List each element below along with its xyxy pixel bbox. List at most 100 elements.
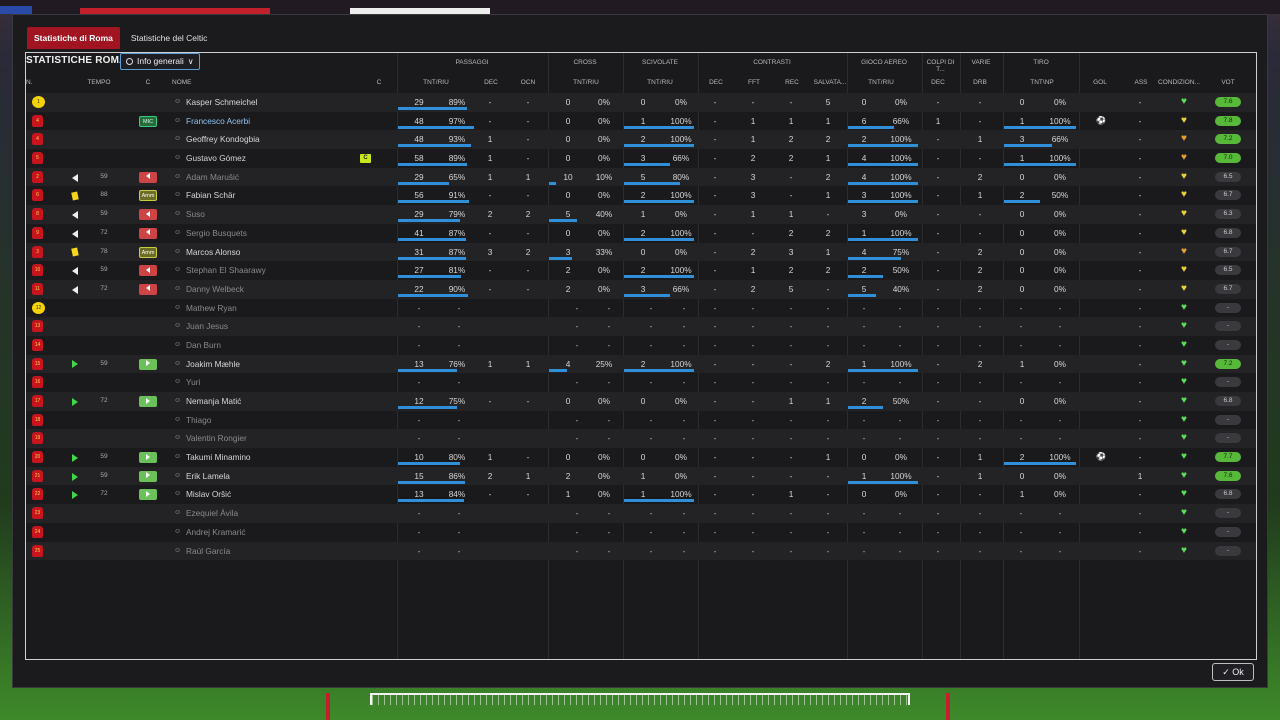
cross-attempted: 0 [565, 452, 571, 463]
table-row[interactable]: 13 ☺ Juan Jesus - - - - - - - - - - - - - - - - - ♥ - [26, 317, 1256, 336]
table-row[interactable]: 8 59 ☺ Suso 29 79% 2 2 5 40% 1 0% -1 1-3 0% - -0 0% - ♥ 6.3 [26, 205, 1256, 224]
duels-dec: - [713, 209, 717, 220]
dash: - [978, 545, 982, 556]
ok-button[interactable]: ✓ Ok [1212, 663, 1254, 681]
column-header-pas-ocn[interactable]: OCN [518, 79, 538, 86]
table-row[interactable]: 16 ☺ Yuri - - - - - - - - - - - - - - - - - ♥ - [26, 373, 1256, 392]
table-row[interactable]: 20 59 ☺ Takumi Minamino 10 80% 1-0 0% 0 0% - - -1 0 0%… [26, 448, 1256, 467]
table-row[interactable]: 4 ☺ Geoffrey Kondogbia 48 93% 1-0 0% 2 100% -1 2 2 2… [26, 130, 1256, 150]
player-name[interactable]: Stephan El Shaarawy [186, 261, 376, 280]
column-header-c2[interactable]: C [374, 79, 384, 86]
table-row[interactable]: 23 ☺ Ezequiel Ávila - - - - - - - - - - - - - - - - - ♥ - [26, 504, 1256, 523]
player-name[interactable]: Marcos Alonso [186, 243, 376, 262]
player-name[interactable]: Raúl García [186, 542, 376, 561]
dash: - [789, 302, 793, 313]
table-row[interactable]: 22 72 ☺ Mislav Oršić 13 84% - -1 0% 1 100% - -1-0 0% -… [26, 485, 1256, 504]
player-name[interactable]: Valentin Rongier [186, 429, 376, 448]
column-header-con-dec[interactable]: DEC [706, 79, 726, 86]
column-header-con-fft[interactable]: FFT [744, 79, 764, 86]
column-header-con-salv[interactable]: SALVATA... [810, 79, 850, 86]
player-name[interactable]: Suso [186, 205, 376, 224]
column-header-pas-tnt[interactable]: TNT/RIU [416, 79, 456, 86]
player-name[interactable]: Yuri [186, 373, 376, 392]
player-name[interactable]: Dan Burn [186, 336, 376, 355]
player-name[interactable]: Ezequiel Ávila [186, 504, 376, 523]
player-name[interactable]: Adam Marušić [186, 168, 376, 187]
table-row[interactable]: 1 ☺ Kasper Schmeichel 29 89% - -0 0% 0 0% - - -5 0 0% -… [26, 93, 1256, 112]
panel-title: STATISTICHE ROMA [26, 55, 127, 66]
table-row[interactable]: 19 ☺ Valentin Rongier - - - - - - - - - - - - - - - - - ♥ - [26, 429, 1256, 449]
heart-icon: ♥ [1181, 114, 1187, 126]
dash: - [862, 526, 866, 537]
person-icon: ☺ [174, 471, 182, 479]
duels-fft: - [751, 489, 755, 500]
player-name[interactable]: Takumi Minamino [186, 448, 376, 467]
column-header-vot[interactable]: VOT [1216, 79, 1240, 86]
player-name[interactable]: Joakim Mæhle [186, 355, 376, 374]
player-name[interactable]: Danny Welbeck [186, 280, 376, 299]
dash: - [649, 302, 653, 313]
player-name[interactable]: Andrej Kramarić [186, 523, 376, 542]
table-row[interactable]: 25 ☺ Raúl García - - - - - - - - - - - - - - - - - ♥ - [26, 541, 1256, 561]
player-name[interactable]: Thiago [186, 411, 376, 430]
column-header-tiro-tnt[interactable]: TNT\NP [1022, 79, 1062, 86]
column-header-gol[interactable]: GOL [1089, 79, 1111, 86]
table-row[interactable]: 17 72 ☺ Nemanja Matić 12 75% - -0 0% 0 0% - -1 1 2 50% -… [26, 392, 1256, 411]
player-name[interactable]: Juan Jesus [186, 317, 376, 336]
column-header-nome[interactable]: NOME [172, 79, 202, 86]
dash: - [826, 339, 830, 350]
person-icon: ☺ [174, 210, 182, 218]
table-row[interactable]: 4 MIC ☺ Francesco Acerbi 48 97% - -0 0% 1 100% -1 1 1… [26, 112, 1256, 131]
shots-pct: 0% [1054, 470, 1066, 481]
column-header-c1[interactable]: C [142, 79, 154, 86]
duels-fft: - [751, 97, 755, 107]
player-name[interactable]: Kasper Schmeichel [186, 93, 376, 112]
dash: - [862, 302, 866, 313]
player-name[interactable]: Mislav Oršić [186, 485, 376, 504]
player-name[interactable]: Geoffrey Kondogbia [186, 130, 376, 149]
table-row[interactable]: 6 88 Amm ☺ Fabian Schär 56 91% - -0 0% 2 100% -3-1 3 1… [26, 186, 1256, 205]
column-header-con-rec[interactable]: REC [782, 79, 802, 86]
heart-icon: ♥ [1181, 133, 1187, 145]
column-header-varie-drb[interactable]: DRB [970, 79, 990, 86]
player-name[interactable]: Fabian Schär [186, 186, 376, 205]
player-name[interactable]: Erik Lamela [186, 467, 376, 486]
table-row[interactable]: 9 72 ☺ Sergio Busquets 41 87% - -0 0% 2 100% - -2 2 1 1… [26, 224, 1256, 243]
column-header-n[interactable]: N. [26, 79, 38, 86]
table-row[interactable]: 12 ☺ Mathew Ryan - - - - - - - - - - - - - - - - - ♥ - [26, 299, 1256, 318]
tab-roma-stats[interactable]: Statistiche di Roma [27, 27, 120, 49]
table-row[interactable]: 24 ☺ Andrej Kramarić - - - - - - - - - - - - - - - - - ♥ - [26, 523, 1256, 542]
table-row[interactable]: 14 ☺ Dan Burn - - - - - - - - - - - - - - - - - ♥ - [26, 336, 1256, 355]
column-header-colpi-dec[interactable]: DEC [928, 79, 948, 86]
duels-saved: - [826, 470, 830, 481]
column-header-tempo[interactable]: TEMPO [84, 79, 114, 86]
table-row[interactable]: 15 59 ☺ Joakim Mæhle 13 76% 1 1 4 25% 2 100% - - -2 1 10… [26, 354, 1256, 374]
table-row[interactable]: 10 59 ☺ Stephan El Shaarawy 27 81% - -2 0% 2 100% -… [26, 261, 1256, 280]
column-header-cross-tnt[interactable]: TNT/RIU [566, 79, 606, 86]
column-header-sciv-tnt[interactable]: TNT/RIU [640, 79, 680, 86]
dash: - [682, 545, 686, 556]
table-row[interactable]: 21 59 ☺ Erik Lamela 15 86% 2 1 2 0% 1 0% - - - -1 100% -1… [26, 466, 1256, 486]
table-row[interactable]: 3 78 Amm ☺ Marcos Alonso 31 87% 3 2 3 33% 0 0% -2 3 1 4 7… [26, 242, 1256, 262]
goal-net [370, 693, 910, 705]
column-header-aer-tnt[interactable]: TNT/RIU [861, 79, 901, 86]
dash: - [1019, 339, 1023, 350]
column-header-ass[interactable]: ASS [1131, 79, 1151, 86]
table-row[interactable]: 5 ☺ Gustavo Gómez C 58 89% 1-0 0% 3 66% -2 2 1 4 100% -… [26, 149, 1256, 168]
view-dropdown[interactable]: Info generali ∨ [120, 53, 200, 70]
cross-pct: 40% [595, 209, 613, 220]
player-name[interactable]: Mathew Ryan [186, 299, 376, 318]
player-name[interactable]: Sergio Busquets [186, 224, 376, 243]
dash: - [682, 526, 686, 537]
column-header-cond[interactable]: CONDIZION... [1157, 79, 1201, 86]
player-name[interactable]: Francesco Acerbi [186, 112, 376, 131]
table-row[interactable]: 18 ☺ Thiago - - - - - - - - - - - - - - - - - ♥ - [26, 411, 1256, 430]
player-name[interactable]: Gustavo Gómez [186, 149, 376, 168]
player-name[interactable]: Nemanja Matić [186, 392, 376, 411]
column-header-pas-dec[interactable]: DEC [481, 79, 501, 86]
table-row[interactable]: 2 59 ☺ Adam Marušić 29 65% 1 1 10 10% 5 80% -3-2 4 100… [26, 167, 1256, 187]
tab-celtic-stats[interactable]: Statistiche del Celtic [124, 27, 215, 49]
dash: - [936, 526, 940, 537]
shirt-number: 11 [32, 282, 43, 295]
table-row[interactable]: 11 72 ☺ Danny Welbeck 22 90% - -2 0% 3 66% -2 5-5 40%… [26, 279, 1256, 299]
